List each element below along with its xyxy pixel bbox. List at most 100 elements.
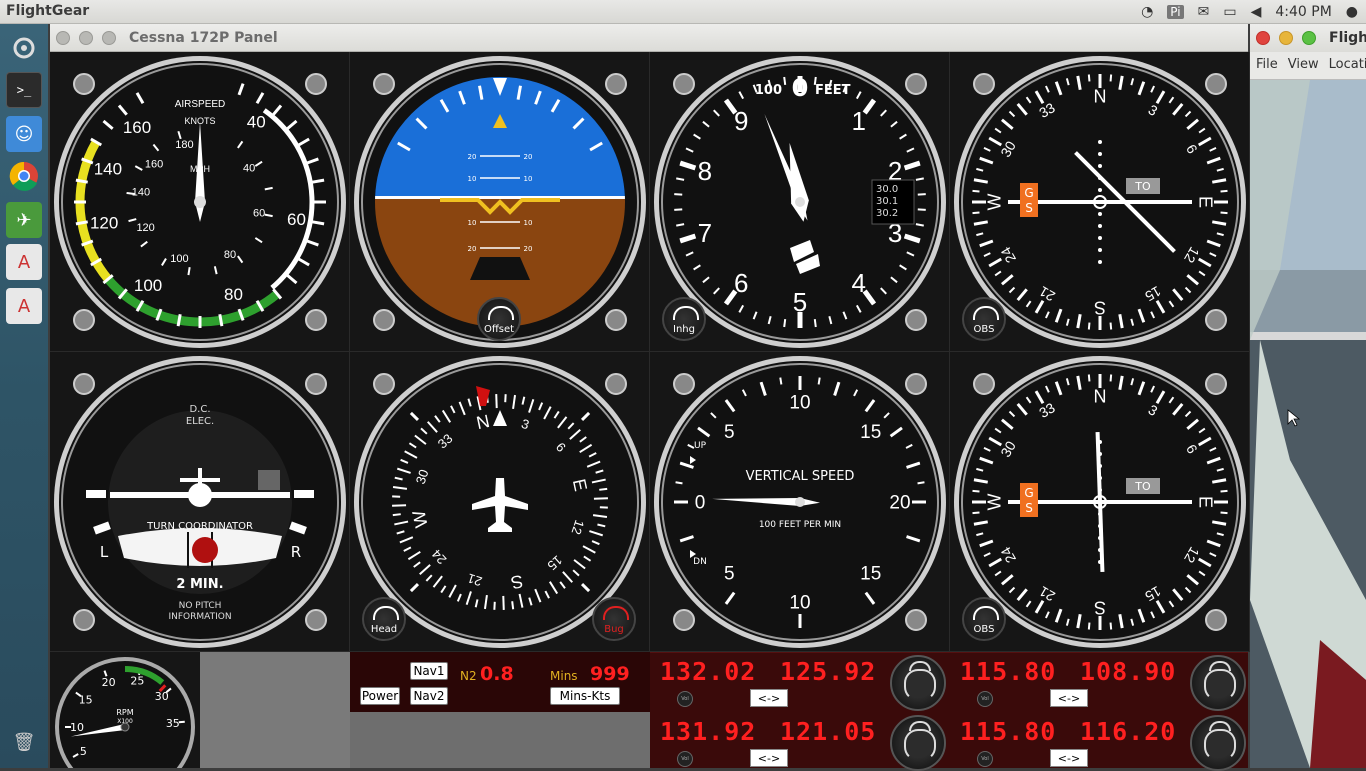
knots-tick-label: 60	[287, 210, 306, 229]
minimize-button[interactable]	[79, 31, 93, 45]
vsi-dn-label: DN	[693, 557, 707, 567]
tick	[972, 191, 979, 192]
cdi-dot	[1098, 152, 1102, 156]
tick	[1089, 74, 1090, 81]
pi-indicator[interactable]: Pi	[1167, 5, 1183, 19]
mph-tick-label: 160	[145, 158, 163, 170]
tick	[815, 319, 816, 327]
nav2-button[interactable]: Nav2	[410, 687, 448, 705]
cdi-dot	[1098, 224, 1102, 228]
attitude-indicator[interactable]: 2020101010102020 Offset	[350, 52, 650, 352]
altimeter[interactable]: 1234567890100FEET30.030.130.2 Inhg	[650, 52, 950, 352]
needle-hub	[194, 196, 206, 208]
screw-icon	[306, 74, 326, 94]
vor1-indicator[interactable]: NESW36121521243033GSTO OBS	[950, 52, 1250, 352]
vertical-speed-indicator[interactable]: 0510152015105VERTICAL SPEED100 FEET PER …	[650, 352, 950, 652]
maximize-button[interactable]	[102, 31, 116, 45]
obs1-knob[interactable]: OBS	[962, 297, 1006, 341]
terminal-icon[interactable]: >_	[6, 72, 42, 108]
gs-flag-letter: G	[1024, 186, 1033, 200]
vsi-up-label: UP	[694, 441, 707, 451]
window-title: Cessna 172P Panel	[129, 30, 278, 46]
knots-tick-label: 100	[134, 276, 162, 295]
tick	[178, 314, 180, 326]
screw-icon	[374, 74, 394, 94]
view-maximize-button[interactable]	[1302, 31, 1316, 45]
tick	[918, 482, 925, 483]
flightgear-icon[interactable]: ✈	[6, 202, 42, 238]
tick	[819, 378, 820, 385]
tach-tick-label: 25	[130, 675, 144, 688]
finder-icon[interactable]: ☺	[6, 116, 42, 152]
comm1-volume-knob[interactable]: Vol	[677, 691, 693, 707]
comm2-swap-button[interactable]: <->	[750, 749, 788, 767]
close-button[interactable]	[56, 31, 70, 45]
tachometer: 5101520253035RPMX100	[50, 652, 200, 768]
vsi-tick-label: 10	[789, 593, 810, 614]
screw-icon	[374, 310, 394, 330]
volume-icon[interactable]: ◀	[1251, 4, 1262, 20]
comm1-swap-button[interactable]: <->	[750, 689, 788, 707]
knots-tick-label: 80	[224, 285, 243, 304]
heading-knob[interactable]: Head	[362, 597, 406, 641]
chrome-icon[interactable]	[6, 158, 42, 194]
aircraft-stabilizer	[180, 478, 220, 482]
tick	[780, 378, 781, 385]
text-editor-icon[interactable]: A	[6, 244, 42, 280]
turn-coordinator[interactable]: D.C.ELEC.TURN COORDINATORLR2 MIN.NO PITC…	[50, 352, 350, 652]
inhg-knob[interactable]: Inhg	[662, 297, 706, 341]
vsi-tick-label: 15	[860, 563, 881, 584]
comm2-active-freq: 131.92	[660, 717, 756, 746]
mins-kts-button[interactable]: Mins-Kts	[550, 687, 620, 705]
tach-tick-label: 20	[102, 676, 116, 689]
heading-indicator[interactable]: NESW36121521243033 Head Bug	[350, 352, 650, 652]
level-mark-left	[86, 490, 106, 498]
vor2-indicator[interactable]: NESW36121521243033GSTO OBS	[950, 352, 1250, 652]
power-button[interactable]: Power	[360, 687, 400, 705]
obs2-knob[interactable]: OBS	[962, 597, 1006, 641]
nav1-swap-button[interactable]: <->	[1050, 689, 1088, 707]
mph-tick-label: 80	[224, 249, 236, 261]
screw-icon	[606, 310, 626, 330]
mph-tick-label: 100	[170, 253, 188, 265]
trash-icon[interactable]: 🗑	[6, 724, 42, 760]
altimeter-digit: 9	[734, 106, 748, 136]
altimeter-digit: 1	[852, 106, 866, 136]
cdi-dot	[1098, 236, 1102, 240]
comm2-volume-knob[interactable]: Vol	[677, 751, 693, 767]
view-close-button[interactable]	[1256, 31, 1270, 45]
cdi-dot	[1098, 260, 1102, 264]
airspeed-indicator[interactable]: 406080100120140160406080100120140160180A…	[50, 52, 350, 352]
nav-radio-stack: 115.80 108.90 Vol <-> 115.80 116.20 Vol …	[950, 652, 1248, 768]
nav1-volume-knob[interactable]: Vol	[977, 691, 993, 707]
vsi-tick-label: 5	[724, 563, 735, 584]
wifi-icon[interactable]: ◔	[1141, 4, 1153, 20]
mail-icon[interactable]: ✉	[1198, 4, 1210, 20]
tick	[676, 482, 683, 483]
view-minimize-button[interactable]	[1279, 31, 1293, 45]
flightgear-view-window: Fligh File View Locatio	[1250, 24, 1366, 768]
menu-view[interactable]: View	[1288, 57, 1319, 74]
offset-knob[interactable]: Offset	[477, 297, 521, 341]
screw-icon	[1206, 610, 1226, 630]
apple-menu-icon[interactable]: ●	[1346, 4, 1358, 20]
nav2-volume-knob[interactable]: Vol	[977, 751, 993, 767]
dash-home-icon[interactable]	[6, 30, 42, 66]
comm1-tune-knob[interactable]	[890, 655, 946, 711]
menu-location[interactable]: Locatio	[1329, 57, 1366, 74]
text-editor-icon-2[interactable]: A	[6, 288, 42, 324]
nav2-swap-button[interactable]: <->	[1050, 749, 1088, 767]
nav1-button[interactable]: Nav1	[410, 662, 448, 680]
menu-file[interactable]: File	[1256, 57, 1278, 74]
tach-tick-label: 35	[166, 717, 180, 730]
nav2-tune-knob[interactable]	[1190, 715, 1246, 771]
bug-knob[interactable]: Bug	[592, 597, 636, 641]
pitch-label: 10	[524, 219, 533, 227]
battery-icon[interactable]: ▭	[1223, 4, 1236, 20]
scene-view[interactable]	[1250, 80, 1366, 768]
comm2-tune-knob[interactable]	[890, 715, 946, 771]
nav1-tune-knob[interactable]	[1190, 655, 1246, 711]
mph-tick-label: 140	[132, 186, 150, 198]
screw-icon	[1206, 374, 1226, 394]
clock[interactable]: 4:40 PM	[1275, 4, 1331, 20]
